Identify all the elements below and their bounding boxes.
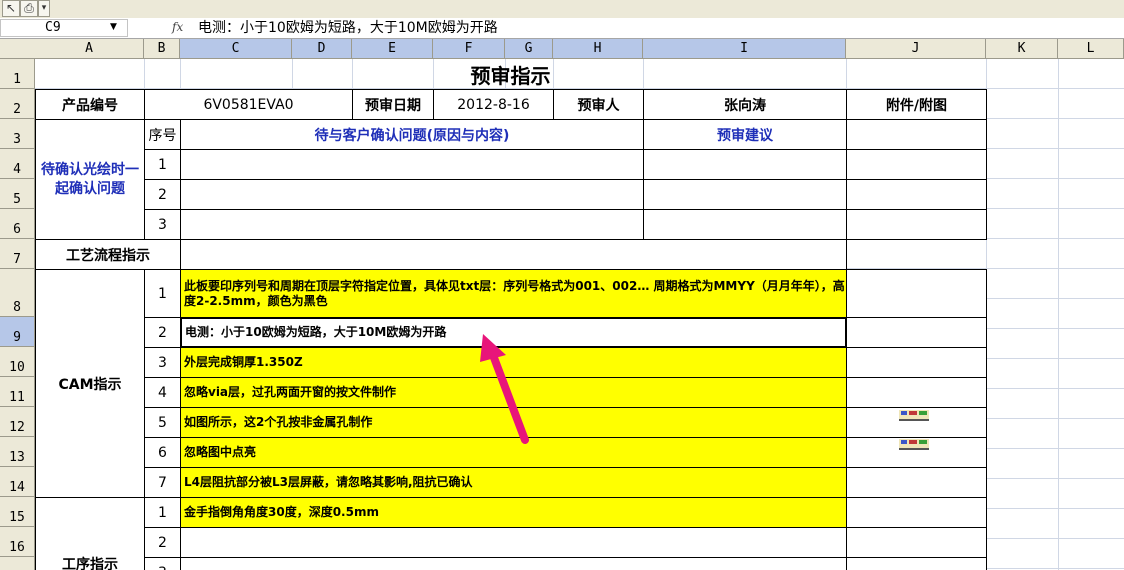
formula-bar: C9 ▼ fx 电测：小于10欧姆为短路，大于10M欧姆为开路	[0, 18, 1124, 39]
question-header: 待与客户确认问题(原因与内容)	[180, 119, 644, 150]
name-box[interactable]: C9	[0, 19, 128, 37]
select-objects-icon[interactable]: ↖	[2, 0, 20, 17]
cam-label: CAM指示	[35, 269, 145, 498]
cam-text-3[interactable]: 外层完成铜厚1.350Z	[180, 347, 847, 378]
sheet-title: 预审指示	[470, 63, 551, 88]
column-header-c[interactable]: C	[180, 39, 292, 58]
column-header-e[interactable]: E	[352, 39, 433, 58]
row-header-3[interactable]: 3	[0, 119, 34, 149]
row-header-13[interactable]: 13	[0, 437, 34, 467]
cam-text-4[interactable]: 忽略via层，过孔两面开窗的按文件制作	[180, 377, 847, 408]
row-header-2[interactable]: 2	[0, 89, 34, 119]
toolbar: ↖ ⎙ ▾	[0, 0, 1124, 18]
column-header-i[interactable]: I	[643, 39, 846, 58]
cam-no-5: 5	[144, 407, 181, 438]
confirm-section-label: 待确认光绘时一起确认问题	[35, 119, 145, 240]
row-headers: 1 2 3 4 5 6 7 8 9 10 11 12 13 14 15 16	[0, 59, 35, 570]
attachment-label: 附件/附图	[846, 89, 987, 120]
column-header-l[interactable]: L	[1058, 39, 1124, 58]
row-header-14[interactable]: 14	[0, 467, 34, 497]
row-header-8[interactable]: 8	[0, 269, 34, 317]
column-header-k[interactable]: K	[986, 39, 1058, 58]
product-value[interactable]: 6V0581EVA0	[144, 89, 353, 120]
reviewer-value[interactable]: 张向涛	[643, 89, 847, 120]
cam-no-1: 1	[144, 269, 181, 318]
toolbar-options-icon[interactable]: ▾	[38, 0, 50, 17]
process-no-1: 1	[144, 497, 181, 528]
formula-input[interactable]: 电测：小于10欧姆为短路，大于10M欧姆为开路	[198, 18, 498, 38]
cam-text-5[interactable]: 如图所示，这2个孔按非金属孔制作	[180, 407, 847, 438]
cam-text-6[interactable]: 忽略图中点亮	[180, 437, 847, 468]
product-label: 产品编号	[35, 89, 145, 120]
suggestion-header: 预审建议	[643, 119, 847, 150]
cam-no-6: 6	[144, 437, 181, 468]
column-header-a[interactable]: A	[35, 39, 144, 58]
row-header-15[interactable]: 15	[0, 497, 34, 527]
process-attachment-1[interactable]	[846, 497, 987, 528]
process-flow-label: 工艺流程指示	[35, 239, 181, 270]
cam-attachment-3[interactable]	[846, 347, 987, 378]
process-section-label: 工序指示	[35, 497, 145, 570]
row-header-9[interactable]: 9	[0, 317, 34, 347]
function-icon[interactable]: fx	[172, 20, 183, 34]
cam-text-1[interactable]: 此板要印序列号和周期在顶层字符指定位置，具体见txt层：序列号格式为001、00…	[180, 269, 847, 318]
cam-attachment-1[interactable]	[846, 269, 987, 318]
confirm-attachment-3[interactable]	[846, 209, 987, 240]
confirm-seq-1: 1	[144, 149, 181, 180]
date-value[interactable]: 2012-8-16	[433, 89, 554, 120]
attachment-thumbnail-2[interactable]	[895, 437, 935, 451]
column-header-j[interactable]: J	[846, 39, 986, 58]
row-header-7[interactable]: 7	[0, 239, 34, 269]
cam-attachment-4[interactable]	[846, 377, 987, 408]
cam-no-2: 2	[144, 317, 181, 348]
cam-text-2-selected[interactable]: 电测：小于10欧姆为短路，大于10M欧姆为开路	[180, 317, 847, 348]
row-header-10[interactable]: 10	[0, 347, 34, 377]
column-headers: A B C D E F G H I J K L	[0, 39, 1124, 59]
row-header-12[interactable]: 12	[0, 407, 34, 437]
cam-no-4: 4	[144, 377, 181, 408]
process-text-3[interactable]	[180, 557, 847, 570]
name-box-dropdown-icon[interactable]: ▼	[110, 22, 117, 32]
confirm-question-1[interactable]	[180, 149, 644, 180]
confirm-suggestion-2[interactable]	[643, 179, 847, 210]
confirm-suggestion-3[interactable]	[643, 209, 847, 240]
confirm-suggestion-1[interactable]	[643, 149, 847, 180]
pdf-icon[interactable]: ⎙	[20, 0, 38, 17]
row-header-4[interactable]: 4	[0, 149, 34, 179]
column-header-h[interactable]: H	[553, 39, 643, 58]
confirm-attachment-1[interactable]	[846, 149, 987, 180]
cam-text-7[interactable]: L4层阻抗部分被L3层屏蔽，请忽略其影响,阻抗已确认	[180, 467, 847, 498]
row-header-11[interactable]: 11	[0, 377, 34, 407]
column-header-d[interactable]: D	[292, 39, 352, 58]
column-header-b[interactable]: B	[144, 39, 180, 58]
cam-no-7: 7	[144, 467, 181, 498]
confirm-attachment-2[interactable]	[846, 179, 987, 210]
process-attachment-2[interactable]	[846, 527, 987, 558]
row-header-1[interactable]: 1	[0, 59, 34, 89]
process-flow-cell[interactable]	[180, 239, 847, 270]
confirm-seq-3: 3	[144, 209, 181, 240]
process-no-2: 2	[144, 527, 181, 558]
confirm-question-2[interactable]	[180, 179, 644, 210]
process-attachment-3[interactable]	[846, 557, 987, 570]
sheet-grid[interactable]: 预审指示 产品编号 6V0581EVA0 预审日期 2012-8-16 预审人 …	[35, 59, 1124, 570]
reviewer-label: 预审人	[553, 89, 644, 120]
cam-no-3: 3	[144, 347, 181, 378]
cam-attachment-7[interactable]	[846, 467, 987, 498]
confirm-question-3[interactable]	[180, 209, 644, 240]
cam-attachment-2[interactable]	[846, 317, 987, 348]
attachment-cell[interactable]	[846, 119, 987, 150]
row-header-16[interactable]: 16	[0, 527, 34, 557]
row-header-5[interactable]: 5	[0, 179, 34, 209]
seq-label: 序号	[144, 119, 181, 150]
date-label: 预审日期	[352, 89, 434, 120]
column-header-g[interactable]: G	[505, 39, 553, 58]
process-no-3: 3	[144, 557, 181, 570]
confirm-seq-2: 2	[144, 179, 181, 210]
column-header-f[interactable]: F	[433, 39, 505, 58]
process-text-2[interactable]	[180, 527, 847, 558]
process-text-1[interactable]: 金手指倒角角度30度，深度0.5mm	[180, 497, 847, 528]
row-header-6[interactable]: 6	[0, 209, 34, 239]
attachment-thumbnail-1[interactable]	[895, 408, 935, 422]
